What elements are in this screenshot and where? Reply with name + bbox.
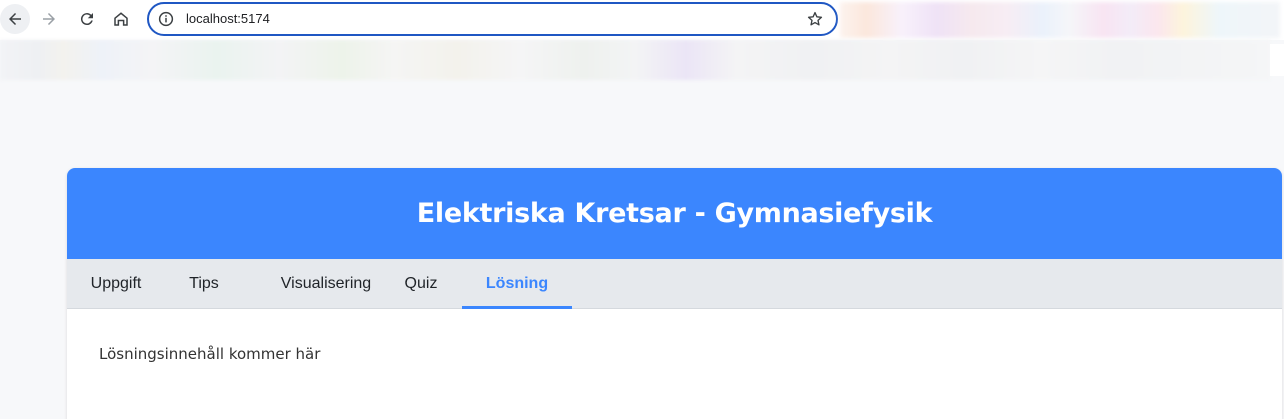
reload-icon [80,13,93,26]
page-title: Elektriska Kretsar - Gymnasiefysik [416,198,933,229]
home-button[interactable] [106,4,136,34]
tab-content: Lösningsinnehåll kommer här [67,309,1282,363]
tab-bar: Uppgift Tips Visualisering Quiz Lösning [67,259,1282,309]
content-text: Lösningsinnehåll kommer här [99,345,321,363]
address-bar[interactable]: localhost:5174 [147,2,838,36]
info-icon[interactable] [157,10,175,28]
tab-tips[interactable]: Tips [165,259,243,309]
url-text[interactable]: localhost:5174 [186,11,270,26]
forward-button[interactable] [34,4,64,34]
tab-losning[interactable]: Lösning [462,259,572,309]
back-button[interactable] [0,4,30,34]
tab-uppgift[interactable]: Uppgift [67,259,165,309]
star-icon[interactable] [806,10,824,28]
home-icon [114,12,128,26]
tab-quiz[interactable]: Quiz [385,259,457,309]
browser-toolbar: localhost:5174 [0,0,1284,40]
arrow-right-icon [43,13,55,25]
reload-button[interactable] [72,4,102,34]
bookmarks-overflow[interactable] [1270,44,1284,76]
app-header: Elektriska Kretsar - Gymnasiefysik [67,168,1282,259]
app-card: Elektriska Kretsar - Gymnasiefysik Uppgi… [67,168,1282,419]
arrow-left-icon [9,13,21,25]
blurred-extensions [840,2,1280,38]
bookmarks-bar [0,40,1270,80]
